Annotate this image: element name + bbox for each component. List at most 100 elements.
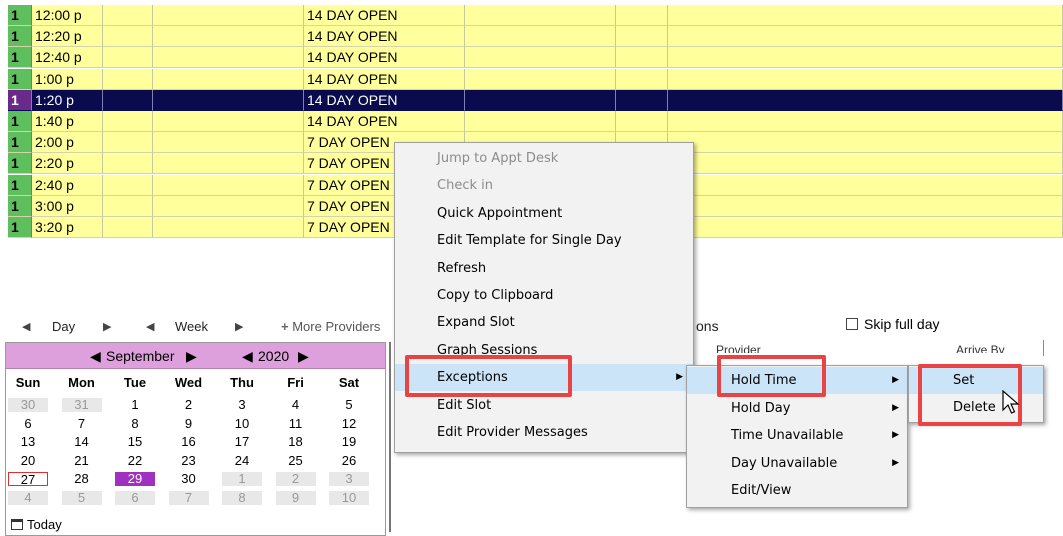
calendar-year[interactable]: 2020	[258, 348, 289, 364]
slot-cell[interactable]	[616, 26, 668, 48]
calendar-day[interactable]: 17	[222, 435, 262, 449]
calendar-day[interactable]: 10	[329, 491, 369, 505]
time-cell[interactable]: 1:40 p	[32, 111, 103, 132]
menu-item-edit-template-for-single-day[interactable]: Edit Template for Single Day	[395, 227, 693, 254]
menu-item-hold-day[interactable]: Hold Day ▶	[687, 395, 907, 422]
slot-cell[interactable]	[103, 89, 153, 111]
calendar-day[interactable]: 21	[62, 453, 102, 468]
skip-full-day-checkbox[interactable]: Skip full day	[846, 316, 939, 332]
slot-cell[interactable]	[668, 26, 1063, 48]
provider-number-cell[interactable]: 1	[8, 89, 32, 111]
slot-description-cell[interactable]: 14 DAY OPEN	[304, 5, 465, 26]
slot-cell[interactable]	[103, 132, 153, 154]
slot-cell[interactable]	[153, 26, 304, 48]
time-cell[interactable]: 12:40 p	[32, 47, 103, 69]
calendar-day[interactable]: 9	[169, 416, 209, 431]
calendar-day[interactable]: 1	[222, 472, 262, 487]
prev-day-arrow-icon[interactable]: ◀	[22, 320, 30, 333]
provider-number-cell[interactable]: 1	[8, 153, 32, 175]
slot-cell[interactable]	[103, 26, 153, 48]
provider-number-cell[interactable]: 1	[8, 68, 32, 90]
slot-description-cell[interactable]: 14 DAY OPEN	[304, 111, 465, 132]
slot-cell[interactable]	[616, 111, 668, 132]
slot-cell[interactable]	[103, 68, 153, 90]
slot-cell[interactable]	[103, 174, 153, 196]
slot-description-cell[interactable]: 14 DAY OPEN	[304, 26, 465, 48]
more-providers-button[interactable]: + More Providers	[281, 319, 380, 334]
calendar-day[interactable]: 7	[62, 416, 102, 431]
slot-cell[interactable]	[616, 68, 668, 90]
slot-cell[interactable]	[153, 195, 304, 217]
schedule-row[interactable]: 1 1:00 p 14 DAY OPEN	[8, 68, 1063, 90]
slot-cell[interactable]	[668, 174, 1063, 196]
slot-cell[interactable]	[103, 217, 153, 238]
calendar-day[interactable]: 10	[222, 416, 262, 431]
week-nav-label[interactable]: Week	[175, 319, 208, 334]
menu-item-quick-appointment[interactable]: Quick Appointment	[395, 200, 693, 227]
calendar-day[interactable]: 3	[222, 398, 262, 412]
schedule-row[interactable]: 1 12:40 p 14 DAY OPEN	[8, 47, 1063, 69]
slot-cell[interactable]	[153, 5, 304, 26]
calendar-day[interactable]: 5	[61, 491, 102, 505]
slot-cell[interactable]	[465, 68, 616, 90]
calendar-day[interactable]: 7	[168, 491, 209, 505]
slot-cell[interactable]	[465, 5, 616, 26]
slot-cell[interactable]	[103, 195, 153, 217]
calendar-day[interactable]: 30	[8, 398, 48, 412]
calendar-day[interactable]: 13	[8, 435, 48, 449]
time-cell[interactable]: 12:20 p	[32, 26, 103, 48]
slot-cell[interactable]	[153, 89, 304, 111]
time-cell[interactable]: 3:00 p	[32, 195, 103, 217]
slot-cell[interactable]	[668, 111, 1063, 132]
menu-item-copy-to-clipboard[interactable]: Copy to Clipboard	[395, 282, 693, 309]
prev-year-arrow-icon[interactable]: ◀	[242, 348, 253, 365]
slot-cell[interactable]	[465, 47, 616, 69]
slot-cell[interactable]	[668, 47, 1063, 69]
slot-cell[interactable]	[465, 26, 616, 48]
time-cell[interactable]: 12:00 p	[32, 5, 103, 26]
slot-cell[interactable]	[153, 153, 304, 175]
slot-description-cell[interactable]: 14 DAY OPEN	[304, 47, 465, 69]
menu-item-edit-view[interactable]: Edit/View	[687, 477, 907, 504]
prev-week-arrow-icon[interactable]: ◀	[146, 320, 154, 333]
slot-cell[interactable]	[616, 89, 668, 111]
time-cell[interactable]: 3:20 p	[32, 217, 103, 238]
slot-cell[interactable]	[668, 89, 1063, 111]
calendar-month[interactable]: September	[106, 348, 174, 364]
calendar-day[interactable]: 4	[8, 491, 48, 505]
slot-cell[interactable]	[668, 153, 1063, 175]
calendar-day[interactable]: 27	[8, 472, 48, 487]
next-week-arrow-icon[interactable]: ▶	[235, 320, 243, 333]
provider-number-cell[interactable]: 1	[8, 26, 32, 48]
time-cell[interactable]: 1:20 p	[32, 89, 103, 111]
slot-cell[interactable]	[153, 68, 304, 90]
calendar-day[interactable]: 28	[62, 472, 102, 486]
slot-cell[interactable]	[103, 111, 153, 132]
provider-number-cell[interactable]: 1	[8, 111, 32, 132]
calendar-day[interactable]: 9	[275, 491, 316, 505]
calendar-day[interactable]: 29	[115, 472, 155, 487]
menu-item-day-unavailable[interactable]: Day Unavailable ▶	[687, 450, 907, 477]
provider-number-cell[interactable]: 1	[8, 195, 32, 217]
prev-month-arrow-icon[interactable]: ◀	[90, 348, 101, 365]
schedule-row[interactable]: 1 1:20 p 14 DAY OPEN	[8, 89, 1063, 111]
calendar-day[interactable]: 25	[276, 453, 316, 468]
schedule-row[interactable]: 1 12:00 p 14 DAY OPEN	[8, 5, 1063, 26]
slot-cell[interactable]	[668, 68, 1063, 90]
calendar-day[interactable]: 19	[329, 435, 369, 449]
calendar-day[interactable]: 11	[276, 416, 316, 431]
calendar-day[interactable]: 22	[115, 453, 155, 468]
calendar-day[interactable]: 12	[329, 416, 369, 431]
slot-cell[interactable]	[153, 132, 304, 154]
provider-number-cell[interactable]: 1	[8, 217, 32, 238]
slot-description-cell[interactable]: 14 DAY OPEN	[304, 68, 465, 90]
slot-cell[interactable]	[103, 47, 153, 69]
menu-item-expand-slot[interactable]: Expand Slot	[395, 309, 693, 336]
calendar-day[interactable]: 15	[115, 435, 155, 449]
calendar-day[interactable]: 1	[115, 398, 155, 412]
calendar-day[interactable]: 20	[8, 453, 48, 468]
slot-cell[interactable]	[153, 174, 304, 196]
provider-number-cell[interactable]: 1	[8, 174, 32, 196]
menu-item-time-unavailable[interactable]: Time Unavailable ▶	[687, 422, 907, 449]
provider-number-cell[interactable]: 1	[8, 132, 32, 154]
